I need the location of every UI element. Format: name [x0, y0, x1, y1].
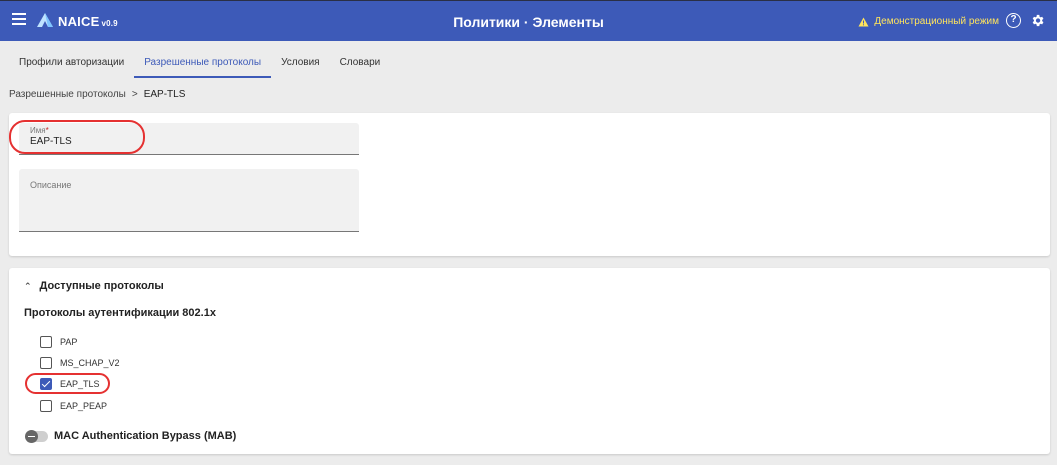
- tab-allowed-protocols[interactable]: Разрешенные протоколы: [134, 48, 272, 78]
- required-mark: *: [45, 126, 49, 135]
- checkbox-pap[interactable]: [40, 336, 52, 348]
- mab-toggle-row[interactable]: MAC Authentication Bypass (MAB): [25, 429, 237, 443]
- protocol-item-ms-chap-v2[interactable]: MS_CHAP_V2: [40, 357, 120, 369]
- top-app-bar: NAICE v0.9 Политики · Элементы Демонстрац…: [0, 0, 1057, 41]
- protocols-section-header[interactable]: ⌃ Доступные протоколы: [24, 280, 164, 292]
- name-field-value: EAP-TLS: [30, 136, 72, 147]
- description-field-label: Описание: [30, 180, 72, 190]
- mab-toggle[interactable]: [25, 429, 48, 443]
- protocols-card: ⌃ Доступные протоколы Протоколы аутентиф…: [9, 268, 1050, 454]
- protocols-section-title: Доступные протоколы: [39, 280, 164, 292]
- demo-mode-label: Демонстрационный режим: [874, 16, 999, 27]
- protocol-item-eap-peap[interactable]: EAP_PEAP: [40, 400, 107, 412]
- description-field[interactable]: Описание: [19, 169, 359, 232]
- mab-label: MAC Authentication Bypass (MAB): [54, 430, 237, 442]
- warning-icon: [858, 17, 869, 26]
- protocol-item-pap[interactable]: PAP: [40, 336, 77, 348]
- help-icon[interactable]: ?: [1006, 13, 1021, 28]
- tab-authorization-profiles[interactable]: Профили авторизации: [9, 48, 134, 78]
- breadcrumb-separator: >: [131, 89, 138, 100]
- tab-dictionaries[interactable]: Словари: [330, 48, 391, 78]
- protocol-item-eap-tls[interactable]: EAP_TLS: [40, 378, 100, 390]
- auth-protocols-subtitle: Протоколы аутентификации 802.1x: [24, 307, 216, 319]
- breadcrumb: Разрешенные протоколы > EAP-TLS: [9, 89, 185, 100]
- name-field-label: Имя*: [30, 126, 49, 135]
- checkbox-eap-peap[interactable]: [40, 400, 52, 412]
- name-field[interactable]: Имя* EAP-TLS: [19, 123, 359, 155]
- protocol-label: MS_CHAP_V2: [60, 358, 120, 368]
- demo-mode-indicator[interactable]: Демонстрационный режим: [858, 16, 999, 27]
- tab-conditions[interactable]: Условия: [271, 48, 330, 78]
- protocol-label: EAP_PEAP: [60, 401, 108, 411]
- general-settings-card: Имя* EAP-TLS Описание: [9, 113, 1050, 256]
- toggle-knob: [25, 429, 38, 443]
- protocol-label: EAP_TLS: [60, 379, 100, 389]
- breadcrumb-parent[interactable]: Разрешенные протоколы: [9, 89, 126, 100]
- checkbox-eap-tls[interactable]: [40, 378, 52, 390]
- breadcrumb-current: EAP-TLS: [143, 89, 186, 100]
- gear-icon[interactable]: [1030, 13, 1045, 28]
- chevron-up-icon: ⌃: [24, 280, 32, 291]
- protocol-label: PAP: [60, 337, 78, 347]
- policy-tabs: Профили авторизации Разрешенные протокол…: [9, 48, 390, 78]
- checkbox-ms-chap-v2[interactable]: [40, 357, 52, 369]
